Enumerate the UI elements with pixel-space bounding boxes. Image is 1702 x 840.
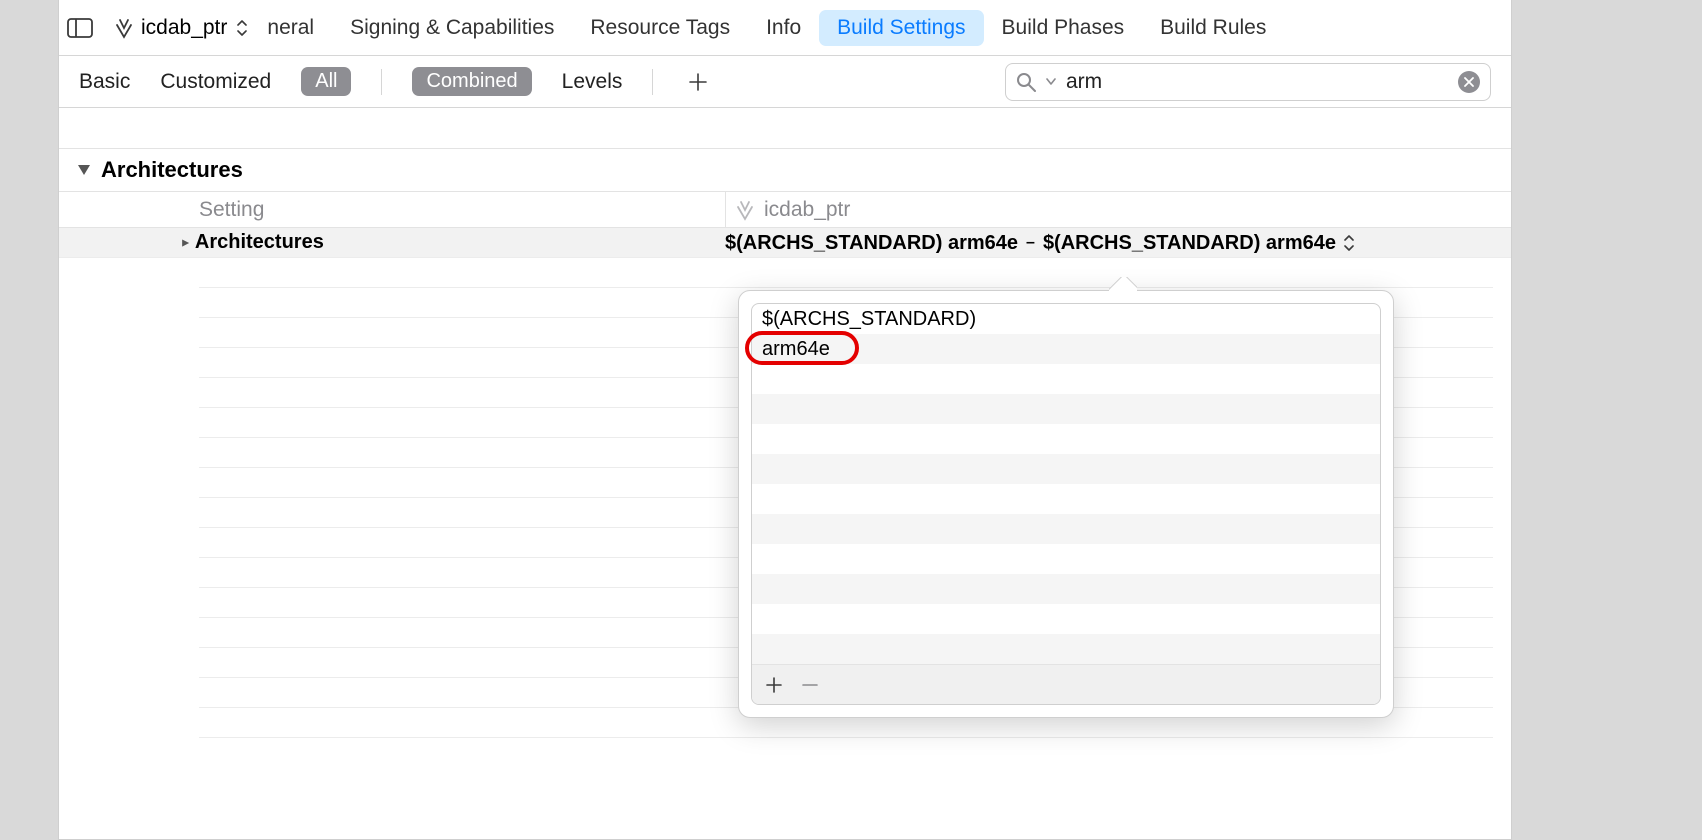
- target-name: icdab_ptr: [764, 198, 850, 222]
- disclosure-triangle-icon: [77, 164, 91, 176]
- up-down-chevron-icon: [1344, 234, 1354, 252]
- tab-general-partial[interactable]: neral: [263, 10, 332, 46]
- value-separator: –: [1026, 234, 1035, 252]
- column-target-header: icdab_ptr: [725, 192, 1511, 227]
- list-item[interactable]: $(ARCHS_STANDARD): [752, 304, 1380, 334]
- section-title: Architectures: [101, 157, 243, 183]
- filter-levels[interactable]: Levels: [562, 70, 623, 94]
- search-icon: [1016, 72, 1036, 92]
- list-item[interactable]: [752, 544, 1380, 574]
- list-item[interactable]: arm64e: [752, 334, 1380, 364]
- tab-build-rules[interactable]: Build Rules: [1142, 10, 1284, 46]
- architectures-list[interactable]: $(ARCHS_STANDARD) arm64e: [752, 304, 1380, 664]
- clear-search-button[interactable]: [1458, 71, 1480, 93]
- resolved-value: $(ARCHS_STANDARD) arm64e: [725, 232, 1018, 255]
- disclosure-triangle-icon: ▼: [178, 237, 192, 249]
- tab-resource-tags[interactable]: Resource Tags: [572, 10, 748, 46]
- build-settings-filter-bar: Basic Customized All Combined Levels: [59, 56, 1511, 108]
- popover-footer: [752, 664, 1380, 704]
- tab-build-settings[interactable]: Build Settings: [819, 10, 983, 46]
- tab-build-phases[interactable]: Build Phases: [984, 10, 1143, 46]
- up-down-chevron-icon: [237, 19, 247, 37]
- column-headers: Setting icdab_ptr: [59, 192, 1511, 228]
- filter-combined-pill[interactable]: Combined: [412, 67, 531, 96]
- chevron-down-icon[interactable]: [1046, 78, 1056, 86]
- list-item[interactable]: [752, 514, 1380, 544]
- list-item[interactable]: [752, 604, 1380, 634]
- filter-all-pill[interactable]: All: [301, 67, 351, 96]
- project-target-selector[interactable]: icdab_ptr: [113, 16, 247, 40]
- setting-name: Architectures: [195, 231, 324, 254]
- tab-info[interactable]: Info: [748, 10, 819, 46]
- tab-signing-capabilities[interactable]: Signing & Capabilities: [332, 10, 572, 46]
- app-target-icon: [113, 17, 135, 39]
- remove-item-button[interactable]: [798, 677, 822, 693]
- app-target-icon: [734, 199, 756, 221]
- editor-tab-bar: icdab_ptr neral Signing & Capabilities R…: [59, 0, 1511, 56]
- search-input[interactable]: [1066, 70, 1448, 94]
- divider: [652, 69, 653, 95]
- list-item[interactable]: [752, 634, 1380, 664]
- add-item-button[interactable]: [762, 677, 786, 693]
- editor-tabs: neral Signing & Capabilities Resource Ta…: [263, 10, 1503, 46]
- column-setting-header: Setting: [59, 198, 725, 222]
- setting-value-cell[interactable]: $(ARCHS_STANDARD) arm64e – $(ARCHS_STAND…: [725, 228, 1493, 258]
- popover-inner: $(ARCHS_STANDARD) arm64e: [751, 303, 1381, 705]
- list-item[interactable]: [752, 484, 1380, 514]
- popover-arrow: [1109, 277, 1137, 291]
- toggle-left-panel-button[interactable]: [67, 17, 93, 39]
- section-architectures-header[interactable]: Architectures: [59, 148, 1511, 192]
- add-setting-button[interactable]: [683, 73, 713, 91]
- project-name: icdab_ptr: [141, 16, 227, 40]
- list-item[interactable]: [752, 574, 1380, 604]
- filter-basic[interactable]: Basic: [79, 70, 130, 94]
- architectures-value-popover: $(ARCHS_STANDARD) arm64e: [738, 290, 1394, 718]
- list-item[interactable]: [752, 424, 1380, 454]
- list-item[interactable]: [752, 394, 1380, 424]
- filter-customized[interactable]: Customized: [160, 70, 271, 94]
- list-item[interactable]: [752, 364, 1380, 394]
- list-item[interactable]: [752, 454, 1380, 484]
- effective-value: $(ARCHS_STANDARD) arm64e: [1043, 232, 1336, 255]
- settings-search-box[interactable]: [1005, 63, 1491, 101]
- divider: [381, 69, 382, 95]
